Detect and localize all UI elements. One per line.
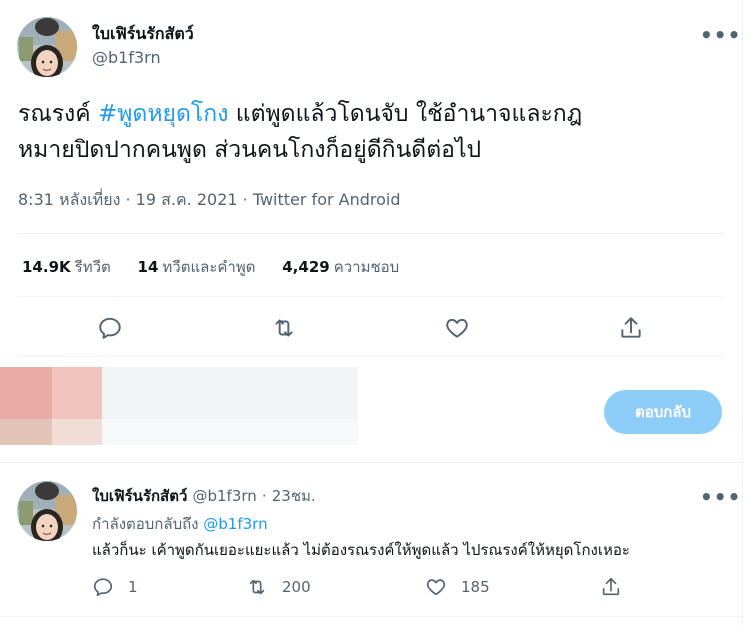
reply-count: 1 xyxy=(128,578,138,596)
replying-to: กำลังตอบกลับถึง @b1f3rn xyxy=(92,512,268,536)
retweets-count: 14.9K xyxy=(22,258,71,276)
divider xyxy=(18,233,724,234)
reply-author-name[interactable]: ใบเฟิร์นรักสัตว์ xyxy=(92,487,187,505)
tweet-text-start: รณรงค์ xyxy=(18,101,98,127)
likes-count: 4,429 xyxy=(282,258,330,276)
divider xyxy=(0,616,743,617)
tweet-date[interactable]: 19 ส.ค. 2021 xyxy=(136,190,238,209)
tweet-time[interactable]: 8:31 หลังเที่ยง xyxy=(18,190,120,209)
quotes-count: 14 xyxy=(137,258,159,276)
reply-header: ใบเฟิร์นรักสัตว์ @b1f3rn · 23ชม. xyxy=(92,484,316,508)
retweets-label: รีทวีต xyxy=(74,258,111,276)
divider xyxy=(18,356,724,357)
divider xyxy=(18,296,724,297)
share-icon xyxy=(602,577,620,596)
retweet-icon[interactable] xyxy=(271,315,297,341)
meta-separator: · xyxy=(242,190,248,209)
reply-reply-action[interactable]: 1 xyxy=(92,576,138,600)
likes-label: ความชอบ xyxy=(333,258,400,276)
reply-separator: · xyxy=(261,487,267,505)
quotes-stat[interactable]: 14 ทวีตและคำพูด xyxy=(138,255,256,279)
replying-to-mention[interactable]: @b1f3rn xyxy=(203,515,267,533)
tweet-text: รณรงค์ #พูดหยุดโกง แต่พูดแล้วโดนจับ ใช้อ… xyxy=(18,96,728,168)
tweet-text-line1-rest: แต่พูดแล้วโดนจับ ใช้อำนาจและกฎ xyxy=(228,101,583,127)
reply-icon[interactable] xyxy=(97,315,123,341)
reply-text: แล้วก็นะ เค้าพูดกันเยอะแยะแล้ว ไม่ต้องรณ… xyxy=(92,541,630,559)
retweet-count: 200 xyxy=(282,578,311,596)
author-handle[interactable]: @b1f3rn xyxy=(92,48,161,67)
heart-icon[interactable] xyxy=(444,315,470,341)
tweet-source[interactable]: Twitter for Android xyxy=(253,190,401,209)
reply-retweet-action[interactable]: 200 xyxy=(246,576,311,600)
engagement-stats: 14.9K รีทวีต 14 ทวีตและคำพูด 4,429 ความชอบ xyxy=(22,255,421,279)
reply-button[interactable]: ตอบกลับ xyxy=(604,390,722,434)
retweets-stat[interactable]: 14.9K รีทวีต xyxy=(22,255,111,279)
divider xyxy=(0,462,743,463)
reply-icon xyxy=(93,578,113,597)
like-count: 185 xyxy=(461,578,490,596)
replying-to-label: กำลังตอบกลับถึง xyxy=(92,515,199,533)
likes-stat[interactable]: 4,429 ความชอบ xyxy=(282,255,399,279)
reply-composer-blurred-area xyxy=(0,367,358,445)
share-icon[interactable] xyxy=(618,315,644,341)
tweet-detail-panel: ใบเฟิร์นรักสัตว์ @b1f3rn ••• รณรงค์ #พูด… xyxy=(0,0,743,625)
reply-author-handle[interactable]: @b1f3rn xyxy=(192,487,256,505)
heart-icon xyxy=(426,579,446,596)
quotes-label: ทวีตและคำพูด xyxy=(162,258,256,276)
tweet-meta: 8:31 หลังเที่ยง · 19 ส.ค. 2021 · Twitter… xyxy=(18,188,401,213)
reply-like-action[interactable]: 185 xyxy=(425,576,490,600)
reply-share-action[interactable] xyxy=(600,576,622,600)
author-avatar[interactable] xyxy=(17,17,77,77)
reply-more-options-icon[interactable]: ••• xyxy=(700,487,741,507)
more-options-icon[interactable]: ••• xyxy=(700,25,741,45)
meta-separator: · xyxy=(125,190,131,209)
tweet-text-line2: หมายปิดปากคนพูด ส่วนคนโกงก็อยู่ดีกินดีต่… xyxy=(18,137,482,163)
author-display-name[interactable]: ใบเฟิร์นรักสัตว์ xyxy=(92,22,194,47)
retweet-icon xyxy=(249,579,265,595)
reply-author-avatar[interactable] xyxy=(17,481,77,541)
hashtag-link[interactable]: #พูดหยุดโกง xyxy=(98,101,228,127)
reply-time-ago[interactable]: 23ชม. xyxy=(272,487,316,505)
